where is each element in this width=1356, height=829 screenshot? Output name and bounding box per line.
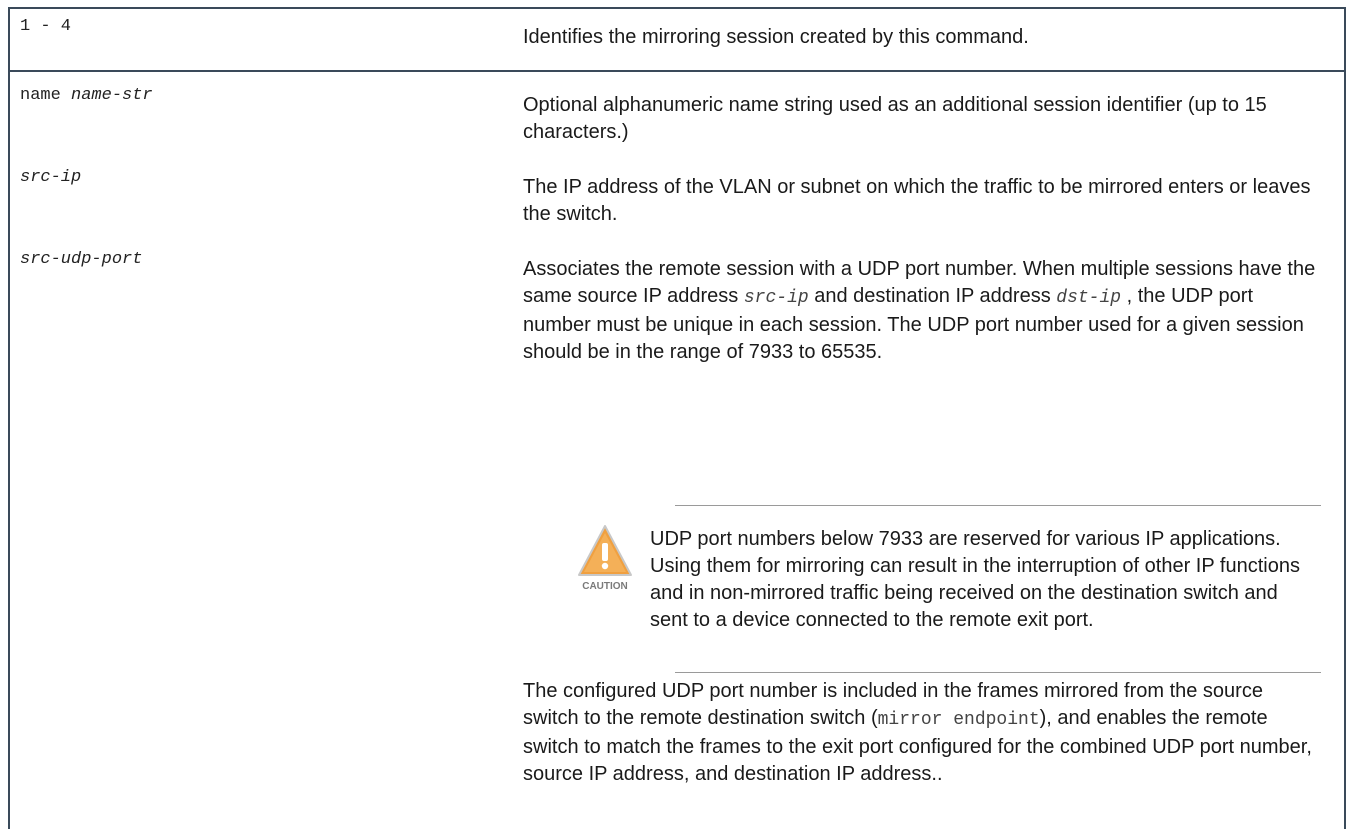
param-src-ip: src-ip bbox=[20, 168, 81, 187]
desc-src-udp-port: Associates the remote session with a UDP… bbox=[523, 256, 1323, 366]
desc-name: Optional alphanumeric name string used a… bbox=[523, 94, 1267, 143]
param-name: name name-str bbox=[20, 86, 153, 105]
caution-note: UDP port numbers below 7933 are reserved… bbox=[650, 528, 1300, 631]
code-src-ip: src-ip bbox=[743, 288, 809, 308]
desc-udp-port-usage: The configured UDP port number is includ… bbox=[523, 678, 1323, 788]
document-page: 1 - 4 Identifies the mirroring session c… bbox=[0, 0, 1356, 829]
param-keyword: name bbox=[20, 86, 61, 105]
desc-src-ip: The IP address of the VLAN or subnet on … bbox=[523, 176, 1311, 225]
caution-top-rule bbox=[675, 505, 1321, 506]
param-argument: src-ip bbox=[20, 168, 82, 187]
code-mirror-endpoint: mirror endpoint bbox=[877, 710, 1040, 730]
param-argument: name-str bbox=[71, 86, 153, 105]
caution-icon: CAUTION bbox=[578, 525, 632, 592]
param-argument: src-udp-port bbox=[20, 250, 143, 269]
row-divider bbox=[8, 70, 1346, 72]
desc-session-range: Identifies the mirroring session created… bbox=[523, 26, 1029, 48]
desc-text: and destination IP address bbox=[814, 285, 1051, 307]
param-src-udp-port: src-udp-port bbox=[20, 250, 142, 269]
code-dst-ip: dst-ip bbox=[1056, 288, 1122, 308]
param-session-range: 1 - 4 bbox=[20, 17, 72, 36]
caution-label: CAUTION bbox=[582, 581, 628, 592]
caution-bottom-rule bbox=[675, 672, 1321, 673]
